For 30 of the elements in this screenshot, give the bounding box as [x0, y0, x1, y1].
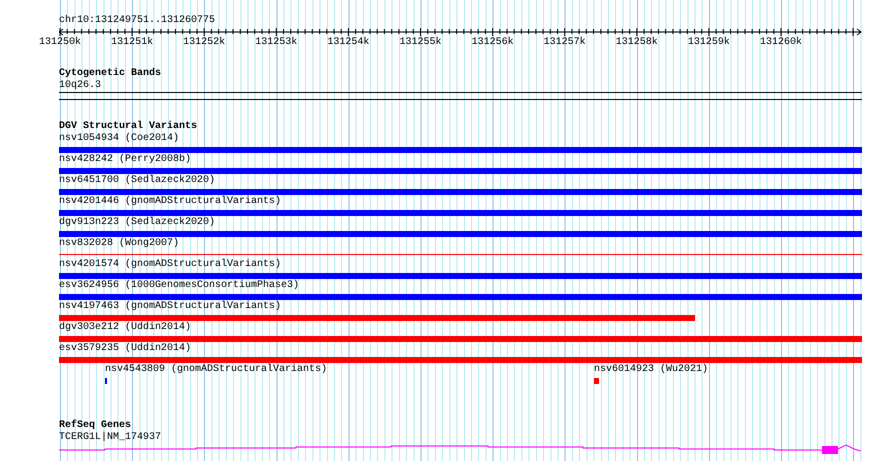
tick-label: 131258k: [616, 37, 658, 49]
tick-label: 131253k: [255, 37, 298, 49]
feature-label: nsv1054934 (Coe2014): [59, 133, 180, 145]
feature-label: nsv4201574 (gnomADStructuralVariants): [59, 259, 282, 271]
tick-label: 131255k: [400, 37, 442, 49]
band-label: 10q26.3: [59, 80, 102, 92]
feature-label: nsv832028 (Wong2007): [59, 238, 180, 250]
track-title: RefSeq Genes: [59, 420, 132, 432]
feature-label: nsv4197463 (gnomADStructuralVariants): [59, 301, 282, 313]
tick-label: 131257k: [544, 37, 586, 49]
tick-label: 131250k: [39, 37, 81, 49]
tick-label: 131254k: [327, 37, 370, 49]
feature-label: dgv913n223 (Sedlazeck2020): [59, 217, 216, 229]
feature-label: dgv303e212 (Uddin2014): [59, 322, 192, 334]
tick-label: 131259k: [688, 37, 730, 49]
feature-label: nsv428242 (Perry2008b): [59, 154, 192, 166]
track-title: Cytogenetic Bands: [59, 68, 162, 80]
gene-label: TCERG1L|NM_174937: [59, 432, 162, 444]
tick-label: 131252k: [183, 37, 226, 49]
track-title: DGV Structural Variants: [59, 121, 198, 132]
feature-label: nsv4543809 (gnomADStructuralVariants): [105, 364, 328, 376]
feature-label: esv3624956 (1000GenomesConsortiumPhase3): [59, 280, 300, 292]
feature-label: esv3579235 (Uddin2014): [59, 343, 192, 355]
tick-label: 131251k: [111, 37, 154, 49]
tick-label: 131260k: [760, 37, 802, 49]
feature-label: nsv6451700 (Sedlazeck2020): [59, 175, 216, 187]
position-label: chr10:131249751..131260775: [59, 15, 216, 27]
tick-label: 131256k: [472, 37, 514, 49]
feature-label: nsv4201446 (gnomADStructuralVariants): [59, 196, 282, 208]
feature-label: nsv6014923 (Wu2021): [594, 364, 708, 376]
